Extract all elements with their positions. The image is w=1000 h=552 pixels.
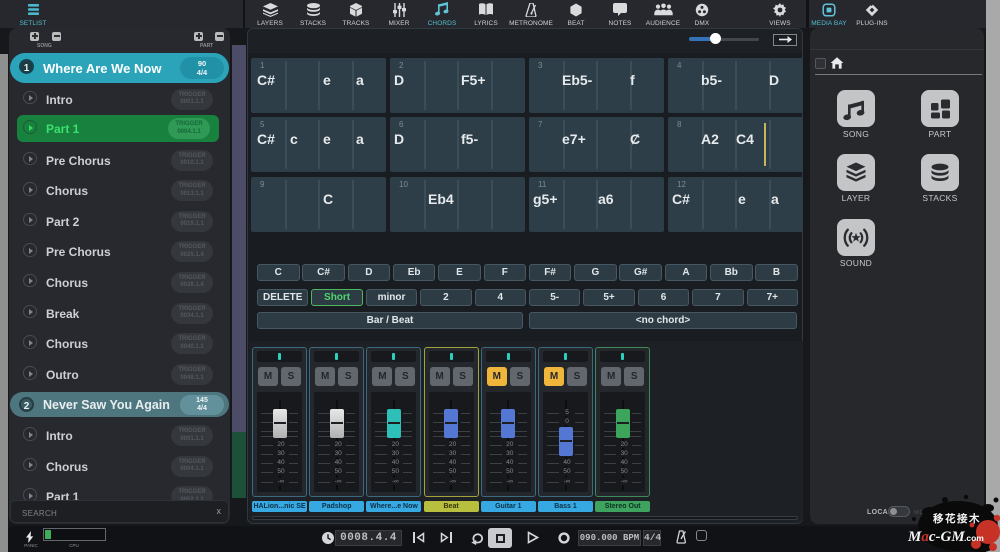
svg-text:.com: .com [964,533,984,543]
svg-text:移花接木: 移花接木 [933,512,981,525]
svg-text:Mac-GM: Mac-GM [907,529,965,545]
